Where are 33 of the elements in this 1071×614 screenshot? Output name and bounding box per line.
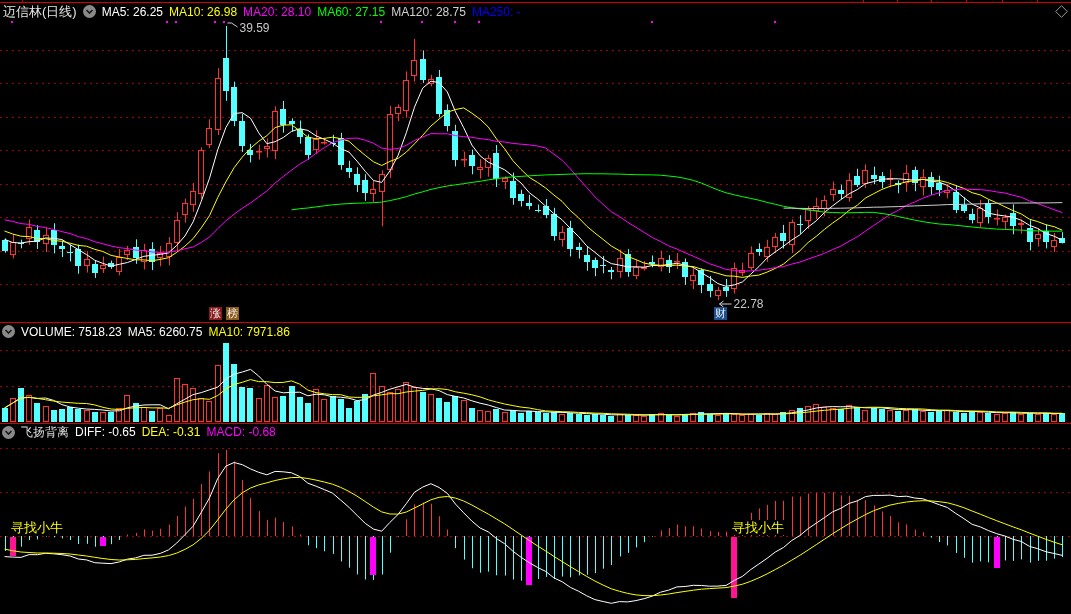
low-price-label: 22.78 bbox=[733, 297, 764, 311]
high-leader-line bbox=[227, 22, 238, 28]
chevron-down-icon[interactable] bbox=[2, 325, 15, 338]
legend-value: VOLUME: 7518.23 bbox=[21, 324, 122, 339]
signal-label: 寻找小牛 bbox=[10, 520, 63, 535]
legend-value: DEA: -0.31 bbox=[141, 425, 201, 439]
signal-bar bbox=[370, 537, 376, 575]
legend-value: MA10: 26.98 bbox=[169, 4, 238, 19]
chevron-down-icon[interactable] bbox=[82, 5, 96, 18]
stock-title: 迈信林(日线) bbox=[3, 4, 77, 19]
legend-value: MACD: -0.68 bbox=[206, 425, 276, 439]
signal-bar bbox=[100, 537, 106, 546]
legend-value: MA5: 26.25 bbox=[101, 4, 164, 19]
event-tag[interactable]: 财 bbox=[714, 307, 727, 320]
signal-bar bbox=[994, 537, 1000, 568]
event-tag[interactable]: 涨 bbox=[209, 307, 222, 320]
legend-value: MA5: 6260.75 bbox=[127, 324, 203, 339]
diamond-icon[interactable] bbox=[1055, 5, 1068, 18]
legend-value: MA120: 28.75 bbox=[391, 4, 466, 19]
high-price-label: 39.59 bbox=[239, 21, 270, 35]
event-tag[interactable]: 榜 bbox=[226, 307, 239, 320]
legend-value: MA20: 28.10 bbox=[243, 4, 312, 19]
signal-bar bbox=[526, 537, 532, 585]
legend-value: MA10: 7971.86 bbox=[208, 324, 290, 339]
chevron-down-icon[interactable] bbox=[2, 425, 15, 439]
legend-value: MA250: - bbox=[471, 4, 521, 19]
indicator-title: 飞扬背离 bbox=[21, 425, 69, 439]
low-leader-line bbox=[719, 300, 732, 308]
legend-value: DIFF: -0.65 bbox=[75, 425, 136, 439]
legend-value: MA60: 27.15 bbox=[317, 4, 386, 19]
signal-bar bbox=[10, 537, 16, 556]
signal-label: 寻找小牛 bbox=[731, 520, 784, 535]
signal-bar bbox=[731, 537, 737, 598]
